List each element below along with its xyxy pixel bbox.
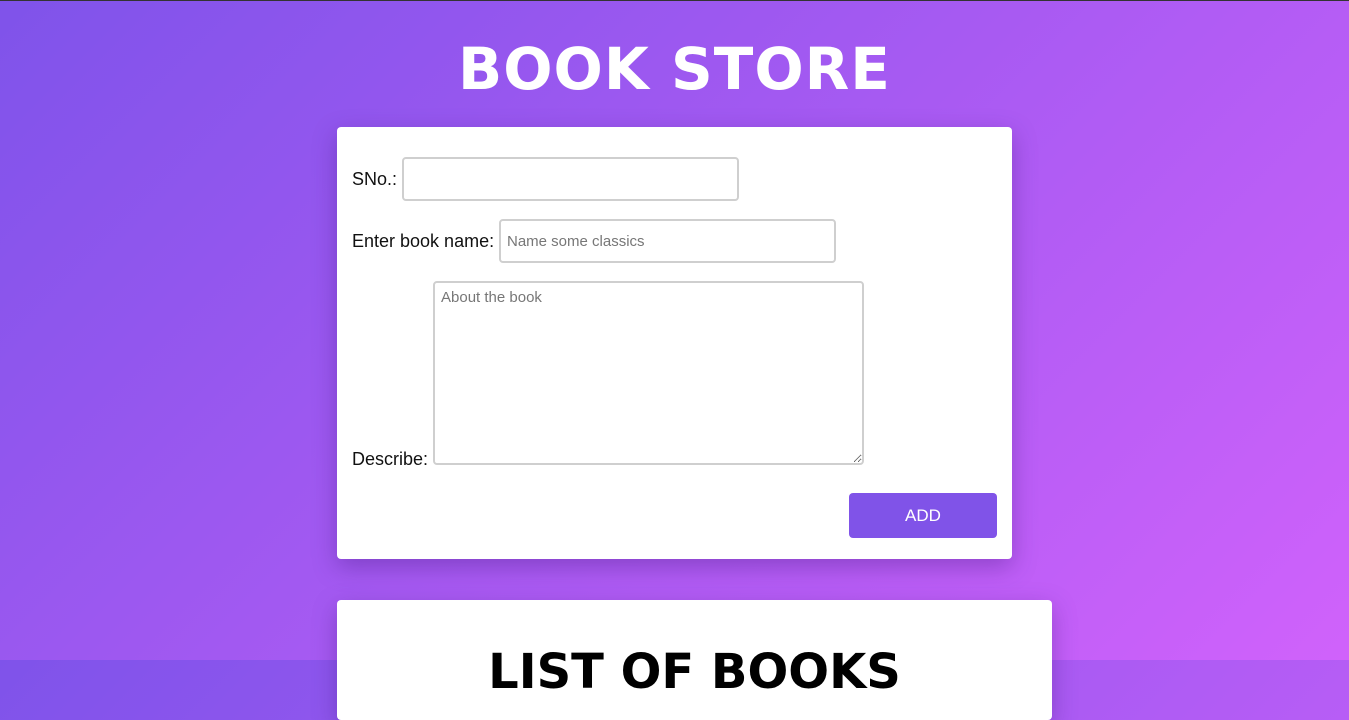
book-name-input[interactable]: [499, 219, 836, 263]
add-book-form: SNo.: Enter book name: Describe: ADD: [337, 127, 1012, 559]
page-title: BOOK STORE: [458, 35, 891, 103]
describe-label: Describe:: [352, 449, 429, 469]
sno-input[interactable]: [402, 157, 739, 201]
sno-label: SNo.:: [352, 169, 398, 189]
book-name-label: Enter book name:: [352, 231, 495, 251]
list-title: LIST OF BOOKS: [488, 644, 901, 700]
add-button[interactable]: ADD: [849, 493, 997, 538]
describe-textarea[interactable]: [433, 281, 864, 465]
book-list-card: LIST OF BOOKS: [337, 600, 1052, 720]
